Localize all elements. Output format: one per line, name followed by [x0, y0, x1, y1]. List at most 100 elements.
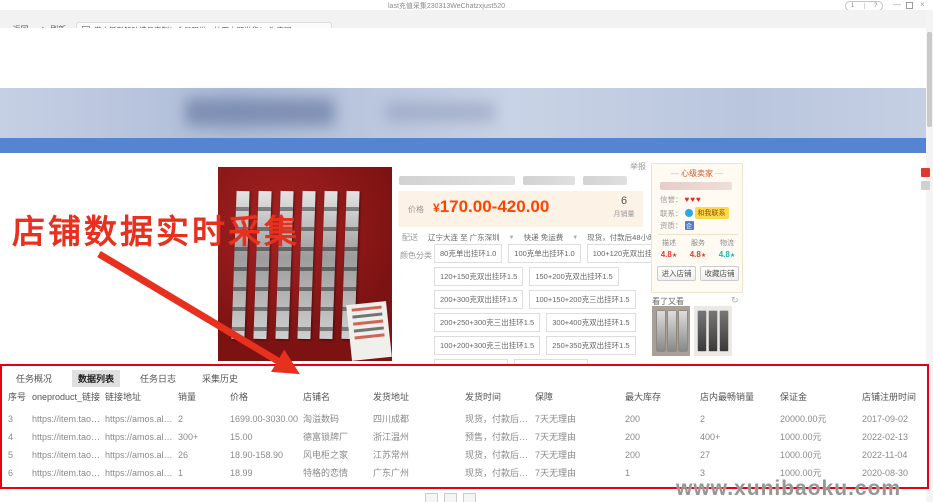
price-label: 价格 [408, 205, 424, 214]
cell-shop: 特格的恋情 [303, 468, 349, 478]
delivery-row: 辽宁大连 至 广东深圳 ▼ 快递 免运费 ▼ 现货，付款后48小时内发货 [428, 232, 678, 243]
cell-guarantee: 7天无理由 [535, 468, 577, 478]
store-banner [0, 88, 933, 138]
sidebar-flag-icon[interactable] [921, 168, 930, 177]
table-row: 5 https://item.taobao.co... https://amos… [2, 446, 927, 463]
star-icon: ★ [671, 253, 678, 259]
cell-item-link[interactable]: https://item.taobao.co... [32, 468, 105, 478]
col-header: 发货时间 [465, 392, 502, 402]
sku-option[interactable]: 100+200+300克三出挂环1.5 [434, 336, 541, 355]
pagination-button[interactable] [463, 493, 476, 502]
sku-option[interactable]: 200+300克双出挂环1.5 [434, 290, 524, 309]
close-icon[interactable]: × [920, 0, 925, 10]
tab-task-overview[interactable]: 任务概况 [10, 370, 58, 387]
product-image-label-paper [346, 301, 392, 361]
cell-deposit: 1000.00元 [780, 450, 822, 460]
rating-logistics: 物流 4.8★ [718, 240, 736, 259]
enterprise-cert-icon[interactable]: 企 [684, 221, 694, 230]
cell-deposit: 20000.00元 [780, 414, 827, 424]
blurred-product-title [399, 176, 515, 185]
enter-shop-button[interactable]: 进入店铺 [657, 266, 696, 281]
sku-option[interactable]: 150+200克双出挂环1.5 [529, 267, 619, 286]
cell-guarantee: 7天无理由 [535, 450, 577, 460]
cell-no: 3 [8, 413, 14, 424]
sku-option[interactable]: 300+400克双出挂环1.5 [546, 313, 636, 332]
seller-contact-row: 联系： 和我联系 [660, 207, 729, 219]
badge-left[interactable]: 1 [851, 3, 854, 9]
cell-price: 18.99 [230, 467, 253, 478]
express-option[interactable]: 快递 免运费 [524, 232, 564, 243]
sku-option[interactable]: 100克单出挂环1.0 [508, 244, 581, 263]
cell-shop: 德富锁牌厂 [303, 432, 349, 442]
cell-item-link[interactable]: https://item.taobao.co... [32, 414, 105, 424]
cell-ship-from: 四川成都 [373, 414, 410, 424]
blurred-banner-text [385, 102, 495, 122]
cell-reg-time: 2022-02-13 [862, 431, 909, 442]
cell-img-link[interactable]: https://amos.alicdn.co... [105, 450, 178, 460]
blurred-product-title [583, 176, 627, 185]
cell-item-link[interactable]: https://item.taobao.co... [32, 486, 105, 488]
refresh-icon[interactable]: ↻ [731, 295, 739, 306]
cell-ship-from: 江苏常州 [373, 450, 410, 460]
sku-row: 80克单出挂环1.0 100克单出挂环1.0 100+120克双出挂环1.0 [434, 244, 677, 263]
table-row: 3 https://item.taobao.co... https://amos… [2, 410, 927, 427]
scrollbar-thumb[interactable] [927, 32, 932, 127]
delivery-route[interactable]: 辽宁大连 至 广东深圳 [428, 232, 500, 243]
also-view-thumbnail[interactable] [652, 306, 690, 356]
currency-symbol: ¥ [433, 201, 440, 215]
favorite-shop-button[interactable]: 收藏店铺 [700, 266, 739, 281]
table-row: 4 https://item.taobao.co... https://amos… [2, 428, 927, 445]
cell-img-link[interactable]: https://amos.alicdn.co... [105, 468, 178, 478]
cell-item-link[interactable]: https://item.taobao.co... [32, 450, 105, 460]
star-icon: ★ [700, 253, 707, 259]
cell-max-stock: 200 [625, 431, 641, 442]
cell-sales: 300+ [178, 431, 199, 442]
cell-price: 15.00 [230, 431, 253, 442]
cell-shop-best: 3 [700, 467, 706, 478]
badge-right[interactable]: ? [874, 3, 877, 9]
month-sales-value: 6 [620, 195, 628, 207]
cell-ship-time: 现货，付款后48小时内... [465, 414, 535, 424]
cell-max-stock: 200 [625, 449, 641, 460]
seller-credit-row: 信誉： ♥♥♥ [660, 195, 702, 204]
cell-shop-best: 2 [700, 413, 706, 424]
cell-sales: 26 [178, 449, 189, 460]
col-header: 店内最畅销量 [700, 392, 755, 402]
sku-label: 颜色分类 [400, 251, 432, 260]
cell-reg-time: 2022-11-04 [862, 449, 908, 460]
cell-ship-from: 广东广州 [373, 468, 410, 478]
contact-me-badge[interactable]: 和我联系 [694, 207, 729, 219]
cell-reg-time: 2017-09-02 [862, 413, 909, 424]
maximize-icon[interactable] [906, 2, 913, 9]
seller-panel: — 心级卖家 — 信誉： ♥♥♥ 联系： 和我联系 资质： 企 描述 4.8★ … [651, 163, 743, 293]
col-header: 发货地址 [373, 392, 410, 402]
cell-max-stock: 1 [625, 467, 631, 478]
minimize-icon[interactable]: — [893, 0, 901, 10]
heart-icons: ♥♥♥ [684, 195, 702, 204]
cell-img-link[interactable]: https://amos.alicdn.co... [105, 432, 178, 442]
cell-shop: 淘溢数码 [303, 414, 340, 424]
pagination-button[interactable] [425, 493, 438, 502]
sidebar-top-icon[interactable] [921, 181, 930, 190]
sku-option[interactable]: 100+150+200克三出挂环1.5 [529, 290, 636, 309]
blurred-seller-name [660, 182, 732, 190]
sku-option[interactable]: 250+350克双出挂环1.5 [546, 336, 636, 355]
browser-toolbar: ‹返回 ▶刷新 潜水艇形铅坠模具定制！全是现做，拍下立即发货！-淘宝网 [0, 10, 933, 38]
screen: last充值采集230313WeChatzxjust520 1 ? — × ‹返… [0, 0, 933, 502]
sku-option[interactable]: 200+250+300克三出挂环1.5 [434, 313, 541, 332]
report-link[interactable]: 举报 [630, 161, 646, 172]
watermark: www.xunibaoku.com [676, 477, 902, 500]
cell-item-link[interactable]: https://item.taobao.co... [32, 432, 105, 442]
wangwang-icon[interactable] [684, 209, 693, 217]
divider [658, 234, 738, 235]
chevron-down-icon: ▼ [508, 234, 515, 241]
cell-img-link[interactable]: https://amos.alicdn.co... [105, 414, 178, 424]
also-view-thumbnail[interactable] [694, 306, 732, 356]
sku-option[interactable]: 80克单出挂环1.0 [434, 244, 503, 263]
window-titlebar: last充值采集230313WeChatzxjust520 1 ? — × [0, 0, 933, 11]
blurred-product-title [523, 176, 575, 185]
sku-option[interactable]: 120+150克双出挂环1.5 [434, 267, 524, 286]
cell-shop-best: 400+ [700, 431, 721, 442]
cell-no: 5 [8, 449, 14, 460]
pagination-button[interactable] [444, 493, 457, 502]
